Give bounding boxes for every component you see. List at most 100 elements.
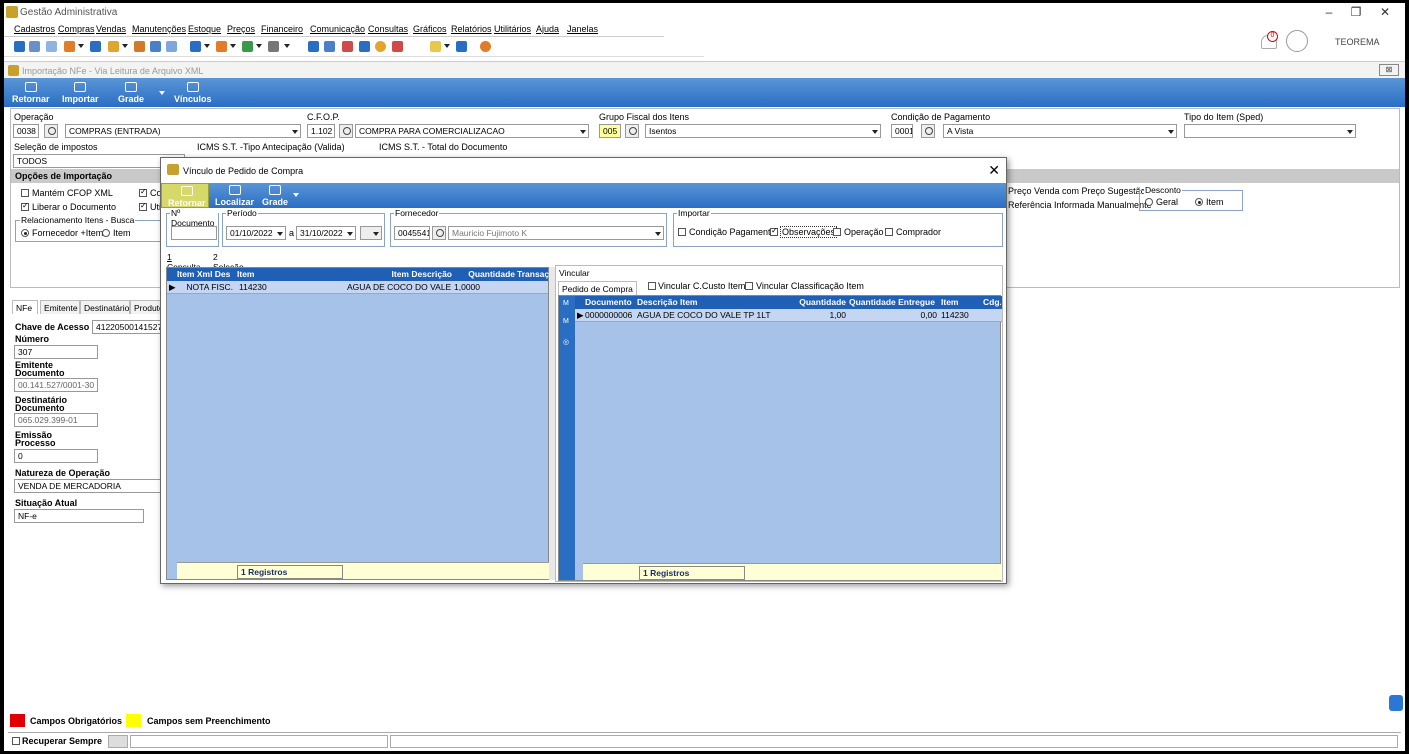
menu-vendas[interactable]: Vendas xyxy=(96,24,126,34)
dropdown-arrow-icon[interactable] xyxy=(230,44,236,48)
menu-consultas[interactable]: Consultas xyxy=(368,24,408,34)
grade-dropdown-icon[interactable] xyxy=(293,193,299,197)
minimize-button[interactable]: – xyxy=(1314,4,1344,21)
tool-icon[interactable] xyxy=(324,41,335,52)
col-header[interactable]: Quantidade xyxy=(453,269,515,279)
tool-icon[interactable] xyxy=(268,41,279,52)
dialog-retornar-button[interactable]: Retornar xyxy=(168,186,206,208)
grupo-fiscal-select[interactable]: Isentos xyxy=(645,124,881,138)
user-avatar-icon[interactable] xyxy=(1286,30,1308,52)
dialog-grade-button[interactable]: Grade xyxy=(262,185,288,207)
operacao-checkbox[interactable] xyxy=(833,228,841,236)
grade-dropdown-icon[interactable] xyxy=(159,91,165,95)
localizar-button[interactable]: Localizar xyxy=(215,185,254,207)
cond-pag-code-input[interactable]: 0001 xyxy=(891,124,913,138)
last-record-icon[interactable]: M xyxy=(563,318,569,325)
situacao-input[interactable]: NF-e xyxy=(14,509,144,523)
dropdown-arrow-icon[interactable] xyxy=(284,44,290,48)
col-header[interactable]: Item xyxy=(237,269,342,279)
tool-icon[interactable] xyxy=(166,41,177,52)
cfop-code-input[interactable]: 1.102 xyxy=(307,124,335,138)
cond-pag-select[interactable]: A Vista xyxy=(943,124,1177,138)
table-row[interactable]: ▶ NOTA FISC. 114230 AGUA DE COCO DO VALE… xyxy=(167,281,548,294)
tool-icon[interactable] xyxy=(375,41,386,52)
tool-icon[interactable] xyxy=(359,41,370,52)
col-header[interactable]: Documento xyxy=(585,297,635,307)
menu-estoque[interactable]: Estoque xyxy=(188,24,221,34)
tool-icon[interactable] xyxy=(456,41,467,52)
col-header[interactable]: Item Xml Des xyxy=(177,269,232,279)
filter-icon[interactable]: ◎ xyxy=(563,338,569,346)
operacao-code-input[interactable]: 0038 xyxy=(13,124,39,138)
tool-icon[interactable] xyxy=(46,41,57,52)
menu-comunicacao[interactable]: Comunicação xyxy=(310,24,365,34)
comprador-checkbox[interactable] xyxy=(885,228,893,236)
menu-graficos[interactable]: Gráficos xyxy=(413,24,447,34)
dropdown-arrow-icon[interactable] xyxy=(78,44,84,48)
power-icon[interactable] xyxy=(480,41,491,52)
dropdown-arrow-icon[interactable] xyxy=(256,44,262,48)
menu-manutencoes[interactable]: Manutenções xyxy=(132,24,186,34)
liberar-doc-checkbox[interactable] xyxy=(21,201,29,211)
chave-input[interactable]: 412205001415270 xyxy=(92,320,162,334)
nro-documento-input[interactable] xyxy=(171,226,217,240)
tipo-item-select[interactable] xyxy=(1184,124,1356,138)
menu-compras[interactable]: Compras xyxy=(58,24,95,34)
tab-emitente[interactable]: Emitente xyxy=(40,300,80,314)
cond-pag-search-icon[interactable] xyxy=(921,124,935,138)
vinc-class-checkbox[interactable] xyxy=(745,282,753,290)
periodo-to-input[interactable]: 31/10/2022 xyxy=(296,226,356,240)
grade-button[interactable]: Grade xyxy=(118,82,144,104)
col-header[interactable]: Cdg. xyxy=(983,297,1001,307)
dest-doc-input[interactable]: 065.029.399-01 xyxy=(14,413,98,427)
desconto-item-radio[interactable] xyxy=(1195,198,1203,206)
operacao-select[interactable]: COMPRAS (ENTRADA) xyxy=(65,124,301,138)
retornar-button[interactable]: Retornar xyxy=(12,82,50,104)
dropdown-arrow-icon[interactable] xyxy=(444,44,450,48)
tool-icon[interactable] xyxy=(29,41,40,52)
dropdown-arrow-icon[interactable] xyxy=(122,44,128,48)
processo-input[interactable]: 0 xyxy=(14,449,98,463)
col-header[interactable]: Quantidade xyxy=(781,297,846,307)
tool-icon[interactable] xyxy=(64,41,75,52)
menu-cadastros[interactable]: Cadastros xyxy=(14,24,55,34)
importar-button[interactable]: Importar xyxy=(62,82,99,104)
close-button[interactable]: ✕ xyxy=(1370,4,1400,21)
cfop-search-icon[interactable] xyxy=(339,124,353,138)
col-header[interactable]: Item Descrição xyxy=(347,269,452,279)
menu-financeiro[interactable]: Financeiro xyxy=(261,24,303,34)
tool-icon[interactable] xyxy=(150,41,161,52)
tool-icon[interactable] xyxy=(392,41,403,52)
vinc-custo-checkbox[interactable] xyxy=(648,282,656,290)
col-header[interactable]: Descrição Item xyxy=(637,297,777,307)
tab-pedido-compra[interactable]: Pedido de Compra xyxy=(558,281,637,295)
first-record-icon[interactable]: M xyxy=(563,300,569,307)
menu-janelas[interactable]: Janelas xyxy=(567,24,598,34)
natureza-input[interactable]: VENDA DE MERCADORIA xyxy=(14,479,162,493)
fornecedor-code-input[interactable]: 0045541 xyxy=(394,226,430,240)
tool-icon[interactable] xyxy=(90,41,101,52)
tool-icon[interactable] xyxy=(190,41,201,52)
child-restore-button[interactable]: ⊠ xyxy=(1379,64,1399,76)
emitente-doc-input[interactable]: 00.141.527/0001-30 xyxy=(14,378,98,392)
close-icon[interactable]: ✕ xyxy=(988,162,1000,179)
table-row[interactable]: ▶ 0000000006 AGUA DE COCO DO VALE TP 1LT… xyxy=(575,309,1002,322)
tool-icon[interactable] xyxy=(216,41,227,52)
observacoes-checkbox[interactable] xyxy=(770,226,778,236)
recuperar-checkbox[interactable] xyxy=(12,737,20,745)
periodo-from-input[interactable]: 01/10/2022 xyxy=(226,226,286,240)
dropdown-arrow-icon[interactable] xyxy=(204,44,210,48)
menu-precos[interactable]: Preços xyxy=(227,24,255,34)
desconto-geral-radio[interactable] xyxy=(1145,198,1153,206)
calendar-icon[interactable] xyxy=(360,226,382,240)
col-header[interactable]: Transaç xyxy=(517,269,550,279)
menu-relatorios[interactable]: Relatórios xyxy=(451,24,492,34)
grupo-fiscal-search-icon[interactable] xyxy=(625,124,639,138)
star-icon[interactable] xyxy=(430,41,441,52)
tool-icon[interactable] xyxy=(108,41,119,52)
side-tab-icon[interactable] xyxy=(1389,695,1403,711)
tool-icon[interactable] xyxy=(342,41,353,52)
mantem-cfop-checkbox[interactable] xyxy=(21,189,29,197)
col-header[interactable]: Item xyxy=(941,297,981,307)
uti-checkbox[interactable] xyxy=(139,201,147,211)
